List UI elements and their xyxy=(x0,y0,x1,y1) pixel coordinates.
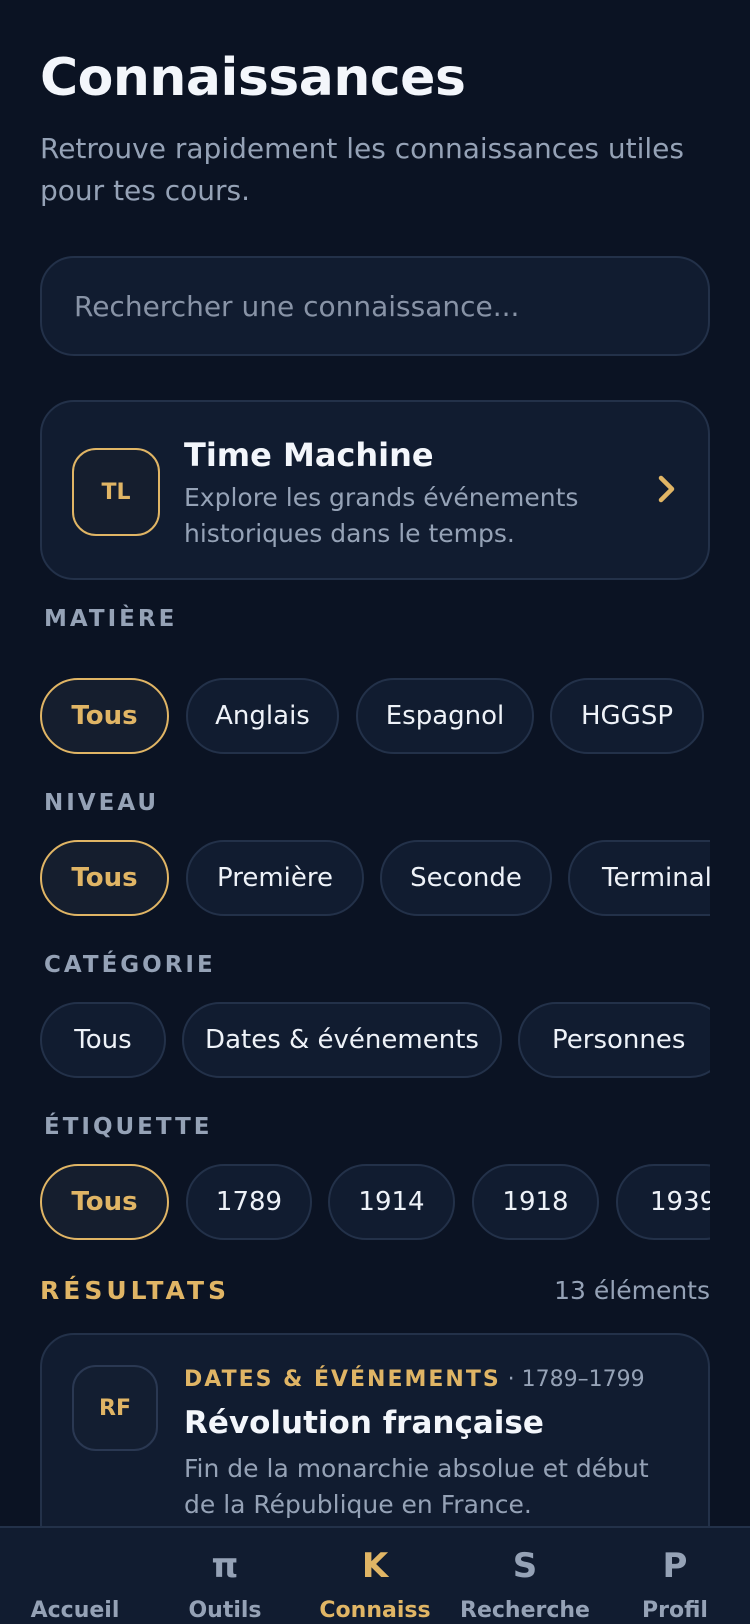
chip-niveau-terminale[interactable]: Terminale xyxy=(568,840,710,916)
chip-etiquette-1789[interactable]: 1789 xyxy=(186,1164,312,1240)
chip-categorie-dates-evenements[interactable]: Dates & événements xyxy=(182,1002,502,1078)
chip-matiere-espagnol[interactable]: Espagnol xyxy=(356,678,534,754)
nav-item-connaissances[interactable]: K Connaiss xyxy=(300,1528,450,1624)
result-category: DATES & ÉVÉNEMENTS xyxy=(184,1367,501,1392)
chip-matiere-anglais[interactable]: Anglais xyxy=(186,678,339,754)
chip-matiere-tous[interactable]: Tous xyxy=(40,678,169,754)
search-input[interactable] xyxy=(74,289,676,323)
results-count: 13 éléments xyxy=(554,1276,710,1305)
time-machine-card[interactable]: TL Time Machine Explore les grands événe… xyxy=(40,400,710,580)
result-description: Fin de la monarchie absolue et début de … xyxy=(184,1454,649,1519)
nav-label-profil: Profil xyxy=(642,1598,708,1623)
chip-row-etiquette: Tous 1789 1914 1918 1939 xyxy=(40,1164,710,1242)
nav-item-accueil[interactable]: Accueil xyxy=(0,1528,150,1624)
s-icon: S xyxy=(512,1546,538,1586)
chip-niveau-tous[interactable]: Tous xyxy=(40,840,169,916)
results-label: RÉSULTATS xyxy=(40,1276,231,1305)
chip-niveau-premiere[interactable]: Première xyxy=(186,840,364,916)
nav-label-outils: Outils xyxy=(188,1598,262,1623)
chip-row-niveau: Tous Première Seconde Terminale xyxy=(40,840,710,918)
time-machine-title: Time Machine xyxy=(184,436,434,474)
page-subtitle: Retrouve rapidement les connaissances ut… xyxy=(40,132,684,207)
chip-categorie-personnes[interactable]: Personnes xyxy=(518,1002,710,1078)
chip-etiquette-1939[interactable]: 1939 xyxy=(616,1164,710,1240)
result-title: Révolution française xyxy=(184,1405,544,1441)
section-label-etiquette: ÉTIQUETTE xyxy=(44,1114,213,1140)
result-badge: RF xyxy=(72,1365,158,1451)
nav-item-recherche[interactable]: S Recherche xyxy=(450,1528,600,1624)
time-machine-description: Explore les grands événements historique… xyxy=(184,483,579,548)
chip-row-matiere: Tous Anglais Espagnol HGGSP xyxy=(40,678,710,756)
nav-label-connaissances: Connaiss xyxy=(319,1598,431,1623)
nav-item-outils[interactable]: π Outils xyxy=(150,1528,300,1624)
page-title: Connaissances xyxy=(40,48,466,108)
result-meta: DATES & ÉVÉNEMENTS · 1789–1799 xyxy=(184,1367,645,1392)
search-box[interactable] xyxy=(40,256,710,356)
chip-row-categorie: Tous Dates & événements Personnes xyxy=(40,1002,710,1080)
nav-item-profil[interactable]: P Profil xyxy=(600,1528,750,1624)
k-icon: K xyxy=(361,1546,389,1586)
knowledge-screen: Connaissances Retrouve rapidement les co… xyxy=(0,0,750,1624)
result-date: · 1789–1799 xyxy=(507,1367,645,1392)
section-label-niveau: NIVEAU xyxy=(44,790,160,816)
nav-label-accueil: Accueil xyxy=(30,1598,120,1623)
bottom-nav: Accueil π Outils K Connaiss S Recherche … xyxy=(0,1526,750,1624)
section-label-matiere: MATIÈRE xyxy=(44,606,178,632)
time-machine-badge: TL xyxy=(72,448,160,536)
chip-categorie-tous[interactable]: Tous xyxy=(40,1002,166,1078)
chevron-right-icon xyxy=(652,464,682,514)
chip-etiquette-1918[interactable]: 1918 xyxy=(472,1164,599,1240)
chip-etiquette-tous[interactable]: Tous xyxy=(40,1164,169,1240)
chip-niveau-seconde[interactable]: Seconde xyxy=(380,840,552,916)
chip-matiere-hggsp[interactable]: HGGSP xyxy=(550,678,704,754)
section-label-categorie: CATÉGORIE xyxy=(44,952,216,978)
chip-etiquette-1914[interactable]: 1914 xyxy=(328,1164,455,1240)
p-icon: P xyxy=(662,1546,688,1586)
pi-icon: π xyxy=(211,1546,239,1586)
nav-label-recherche: Recherche xyxy=(460,1598,590,1623)
